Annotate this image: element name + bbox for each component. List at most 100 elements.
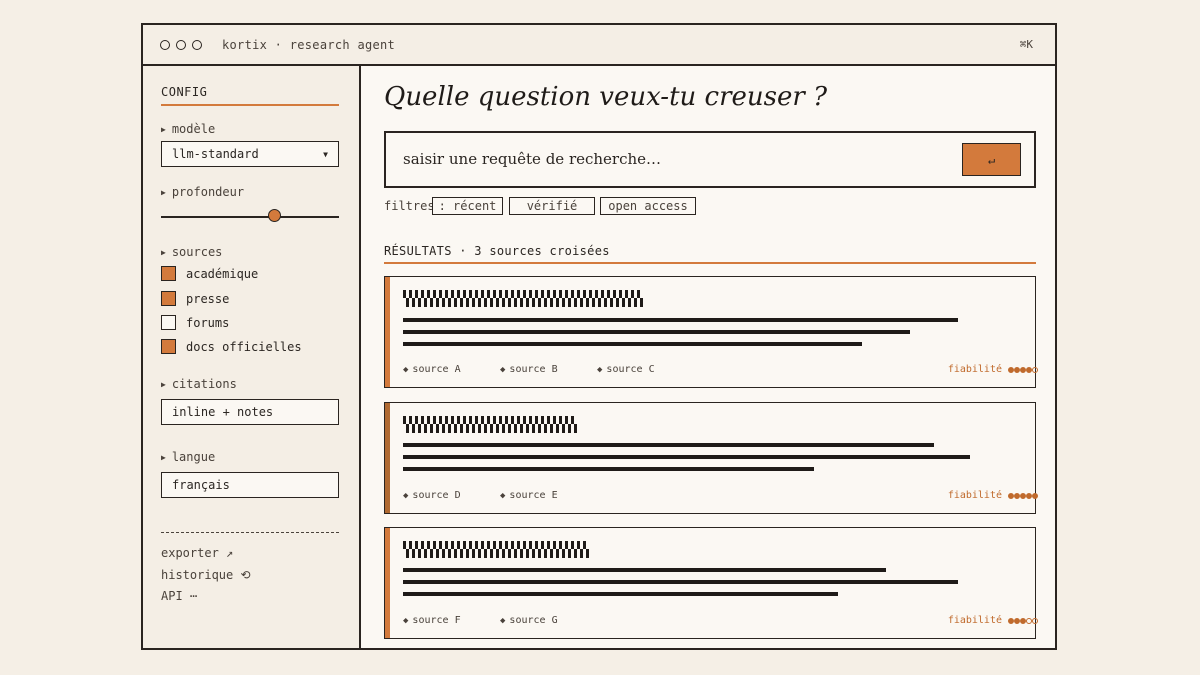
- results-underline: [384, 262, 1036, 264]
- redacted-title: [403, 290, 643, 307]
- text-line: [403, 443, 934, 447]
- reliability-rating: fiabilité: [948, 364, 1038, 375]
- source-checkbox-docs-officielles[interactable]: docs officielles: [161, 339, 302, 354]
- section-sources-label: sources: [171, 245, 223, 259]
- result-card[interactable]: ◆ source D ◆ source E fiabilité: [384, 402, 1038, 514]
- source-tag[interactable]: ◆ source D: [403, 490, 500, 501]
- card-sources: ◆ source A ◆ source B ◆ source C: [403, 364, 694, 375]
- section-sources[interactable]: ▶ sources: [161, 245, 222, 259]
- sidebar-divider: [161, 532, 339, 533]
- checkbox-checked[interactable]: [161, 339, 176, 354]
- source-label: source B: [509, 364, 558, 375]
- reliability-dot-empty: [1032, 366, 1038, 373]
- diamond-icon: ◆: [403, 491, 409, 501]
- history-link[interactable]: historique ⟲: [161, 568, 251, 582]
- reliability-dots: [1008, 492, 1038, 499]
- config-underline: [161, 104, 339, 106]
- language-select[interactable]: français: [161, 472, 339, 498]
- text-line: [403, 568, 886, 572]
- diamond-icon: ◆: [597, 365, 603, 375]
- model-select[interactable]: llm-standard ▼: [161, 141, 339, 167]
- window-controls: [154, 39, 202, 50]
- main-panel: Quelle question veux-tu creuser ? ↵ filt…: [361, 66, 1055, 648]
- source-label: source C: [606, 364, 655, 375]
- section-citations-label: citations: [171, 377, 237, 391]
- checkbox-label: docs officielles: [186, 339, 302, 354]
- source-checkbox-presse[interactable]: presse: [161, 291, 229, 306]
- app-window: kortix · research agent ⌘K CONFIG ▶ modèl…: [141, 23, 1057, 650]
- depth-slider-track[interactable]: [161, 216, 339, 218]
- api-link[interactable]: API ⋯: [161, 589, 197, 603]
- reliability-label: fiabilité: [947, 364, 1002, 375]
- reliability-dots: [1008, 366, 1038, 373]
- redacted-title: [403, 416, 577, 433]
- text-line: [403, 467, 814, 471]
- window-minimize-dot[interactable]: [176, 39, 186, 50]
- text-line: [403, 342, 862, 346]
- window-close-dot[interactable]: [160, 39, 170, 50]
- diamond-icon: ◆: [500, 365, 506, 375]
- source-tag[interactable]: ◆ source C: [597, 364, 694, 375]
- section-citations[interactable]: ▶ citations: [161, 377, 237, 391]
- source-label: source F: [412, 615, 461, 626]
- filter-chip-verifie[interactable]: vérifié: [509, 197, 595, 215]
- result-card[interactable]: ◆ source A ◆ source B ◆ source C fiabilité: [384, 276, 1038, 388]
- reliability-rating: fiabilité: [948, 615, 1038, 626]
- triangle-right-icon: ▶: [161, 453, 166, 462]
- reliability-label: fiabilité: [947, 615, 1002, 626]
- text-line: [403, 592, 838, 596]
- triangle-right-icon: ▶: [161, 125, 166, 134]
- citations-select[interactable]: inline + notes: [161, 399, 339, 425]
- source-label: source G: [509, 615, 558, 626]
- source-label: source D: [412, 490, 461, 501]
- reliability-label: fiabilité: [947, 490, 1002, 501]
- diamond-icon: ◆: [500, 616, 506, 626]
- results-header: RÉSULTATS · 3 sources croisées: [384, 244, 610, 258]
- section-model[interactable]: ▶ modèle: [161, 122, 215, 136]
- source-tag[interactable]: ◆ source F: [403, 615, 500, 626]
- card-sources: ◆ source D ◆ source E: [403, 490, 597, 501]
- text-line: [403, 455, 970, 459]
- section-model-label: modèle: [171, 122, 216, 136]
- checkbox-label: presse: [186, 291, 230, 306]
- section-depth-label: profondeur: [171, 185, 245, 199]
- page-title: Quelle question veux-tu creuser ?: [384, 82, 828, 112]
- export-link[interactable]: exporter ↗: [161, 546, 233, 560]
- checkbox-unchecked[interactable]: [161, 315, 176, 330]
- language-select-value: français: [172, 478, 230, 492]
- source-tag[interactable]: ◆ source B: [500, 364, 597, 375]
- depth-slider-thumb[interactable]: [268, 209, 282, 222]
- filters-label: filtres: [384, 199, 435, 213]
- source-checkbox-academique[interactable]: académique: [161, 266, 258, 281]
- checkbox-checked[interactable]: [161, 291, 176, 306]
- text-line: [403, 318, 958, 322]
- checkbox-checked[interactable]: [161, 266, 176, 281]
- command-shortcut[interactable]: ⌘K: [1020, 38, 1033, 51]
- search-input[interactable]: [401, 149, 945, 169]
- source-tag[interactable]: ◆ source A: [403, 364, 500, 375]
- section-language[interactable]: ▶ langue: [161, 450, 215, 464]
- card-sources: ◆ source F ◆ source G: [403, 615, 597, 626]
- filter-chip-recent[interactable]: : récent: [432, 197, 503, 215]
- caret-down-icon: ▼: [323, 149, 328, 159]
- triangle-right-icon: ▶: [161, 380, 166, 389]
- source-label: source A: [412, 364, 461, 375]
- window-title: kortix · research agent: [222, 37, 396, 52]
- source-tag[interactable]: ◆ source E: [500, 490, 597, 501]
- triangle-right-icon: ▶: [161, 188, 166, 197]
- text-line: [403, 330, 910, 334]
- result-card[interactable]: ◆ source F ◆ source G fiabilité: [384, 527, 1038, 639]
- filter-chip-open-access[interactable]: open access: [600, 197, 696, 215]
- search-box: ↵: [384, 131, 1036, 188]
- source-checkbox-forums[interactable]: forums: [161, 315, 229, 330]
- window-maximize-dot[interactable]: [192, 39, 202, 50]
- text-line: [403, 580, 958, 584]
- diamond-icon: ◆: [403, 365, 409, 375]
- submit-button[interactable]: ↵: [962, 143, 1021, 176]
- model-select-value: llm-standard: [172, 147, 259, 161]
- source-tag[interactable]: ◆ source G: [500, 615, 597, 626]
- citations-select-value: inline + notes: [172, 405, 274, 419]
- section-language-label: langue: [171, 450, 216, 464]
- checkbox-label: forums: [186, 315, 230, 330]
- section-depth[interactable]: ▶ profondeur: [161, 185, 244, 199]
